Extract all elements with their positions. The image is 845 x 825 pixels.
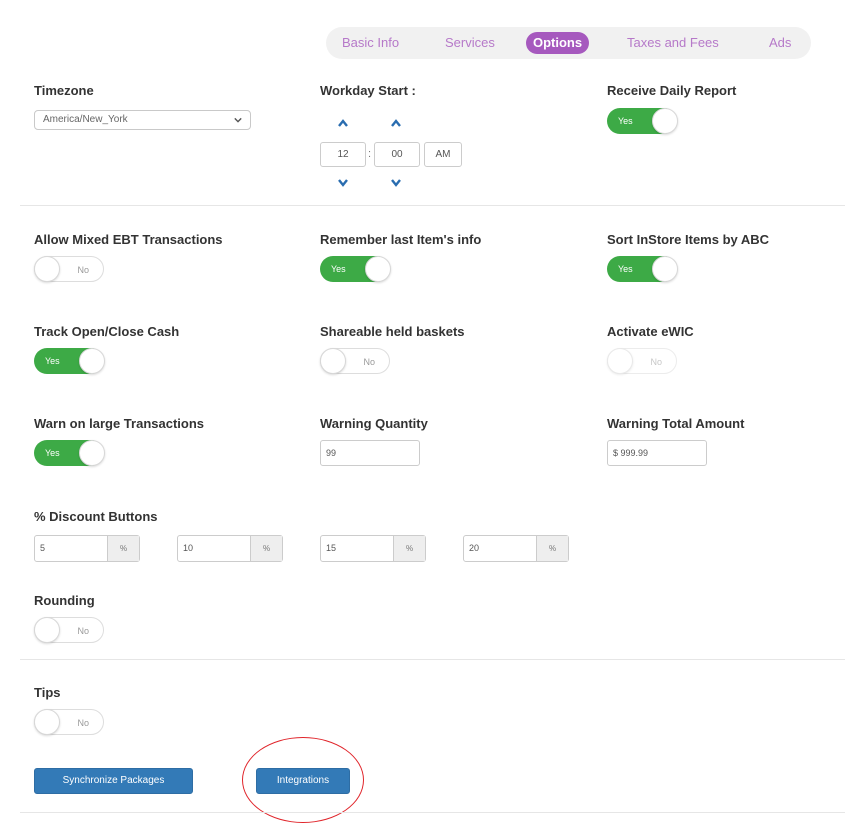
shareable-baskets-label: Shareable held baskets: [320, 324, 465, 339]
section-divider: [20, 659, 845, 660]
discount-value: 20: [469, 543, 480, 553]
section-divider: [20, 812, 845, 813]
toggle-state-text: Yes: [45, 356, 60, 366]
discount-buttons-label: % Discount Buttons: [34, 509, 158, 524]
discount-input-1[interactable]: 5 %: [34, 535, 140, 562]
toggle-state-text: No: [363, 357, 375, 367]
remember-last-item-label: Remember last Item's info: [320, 232, 482, 247]
percent-addon: %: [250, 536, 282, 561]
minute-input[interactable]: 00: [374, 142, 420, 167]
activate-ewic-label: Activate eWIC: [607, 324, 694, 339]
toggle-state-text: Yes: [618, 116, 633, 126]
discount-input-2[interactable]: 10 %: [177, 535, 283, 562]
toggle-state-text: No: [77, 626, 89, 636]
meridian-button[interactable]: AM: [424, 142, 462, 167]
timezone-label: Timezone: [34, 83, 94, 98]
toggle-state-text: Yes: [45, 448, 60, 458]
rounding-toggle[interactable]: No: [34, 617, 104, 643]
allow-mixed-ebt-toggle[interactable]: No: [34, 256, 104, 282]
minute-decrement-icon[interactable]: [390, 178, 402, 188]
tips-label: Tips: [34, 685, 61, 700]
warn-large-label: Warn on large Transactions: [34, 416, 205, 431]
discount-value: 10: [183, 543, 194, 553]
rounding-label: Rounding: [34, 593, 95, 608]
warning-total-label: Warning Total Amount: [607, 416, 745, 431]
sort-instore-label: Sort InStore Items by ABC: [607, 232, 770, 247]
discount-value: 5: [40, 543, 46, 553]
toggle-knob: [320, 348, 346, 374]
toggle-state-text: No: [77, 265, 89, 275]
workday-start-label: Workday Start :: [320, 83, 416, 98]
warn-large-toggle[interactable]: Yes: [34, 440, 105, 466]
minute-increment-icon[interactable]: [390, 118, 402, 128]
tips-toggle[interactable]: No: [34, 709, 104, 735]
tab-services[interactable]: Services: [438, 32, 502, 54]
track-open-close-label: Track Open/Close Cash: [34, 324, 180, 339]
toggle-state-text: Yes: [618, 264, 633, 274]
toggle-knob: [79, 348, 105, 374]
percent-addon: %: [536, 536, 568, 561]
time-separator: :: [368, 148, 372, 160]
tab-basic-info[interactable]: Basic Info: [335, 32, 406, 54]
toggle-state-text: Yes: [331, 264, 346, 274]
receive-daily-report-label: Receive Daily Report: [607, 83, 737, 98]
activate-ewic-toggle[interactable]: No: [607, 348, 677, 374]
toggle-knob: [79, 440, 105, 466]
toggle-knob: [652, 108, 678, 134]
settings-tabs: Basic Info Services Options Taxes and Fe…: [326, 27, 811, 59]
synchronize-packages-button[interactable]: Synchronize Packages: [34, 768, 193, 794]
discount-input-3[interactable]: 15 %: [320, 535, 426, 562]
allow-mixed-ebt-label: Allow Mixed EBT Transactions: [34, 232, 223, 247]
toggle-knob: [34, 709, 60, 735]
toggle-knob: [652, 256, 678, 282]
timezone-value: America/New_York: [43, 114, 128, 125]
toggle-knob: [34, 256, 60, 282]
section-divider: [20, 205, 845, 206]
receive-daily-report-toggle[interactable]: Yes: [607, 108, 678, 134]
toggle-state-text: No: [650, 357, 662, 367]
track-open-close-toggle[interactable]: Yes: [34, 348, 105, 374]
toggle-state-text: No: [77, 718, 89, 728]
shareable-baskets-toggle[interactable]: No: [320, 348, 390, 374]
percent-addon: %: [107, 536, 139, 561]
chevron-down-icon: [234, 117, 242, 123]
remember-last-item-toggle[interactable]: Yes: [320, 256, 391, 282]
sort-instore-toggle[interactable]: Yes: [607, 256, 678, 282]
tab-options[interactable]: Options: [526, 32, 590, 54]
timezone-select[interactable]: America/New_York: [34, 110, 251, 130]
hour-input[interactable]: 12: [320, 142, 366, 167]
toggle-knob: [34, 617, 60, 643]
tab-ads[interactable]: Ads: [762, 32, 798, 54]
percent-addon: %: [393, 536, 425, 561]
toggle-knob: [607, 348, 633, 374]
annotation-circle: [242, 737, 364, 823]
toggle-knob: [365, 256, 391, 282]
hour-increment-icon[interactable]: [337, 118, 349, 128]
hour-decrement-icon[interactable]: [337, 178, 349, 188]
warning-quantity-label: Warning Quantity: [320, 416, 428, 431]
discount-input-4[interactable]: 20 %: [463, 535, 569, 562]
warning-quantity-input[interactable]: 99: [320, 440, 420, 466]
warning-total-input[interactable]: $ 999.99: [607, 440, 707, 466]
tab-taxes-and-fees[interactable]: Taxes and Fees: [620, 32, 726, 54]
discount-value: 15: [326, 543, 337, 553]
